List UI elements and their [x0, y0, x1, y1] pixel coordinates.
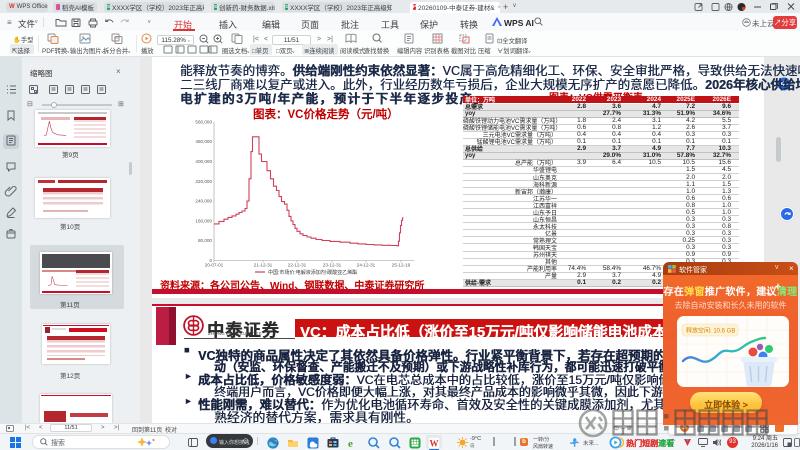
svg-text:23-12-31: 23-12-31	[323, 263, 342, 268]
svg-text:中国:市场价:电解液添加剂:碳酸亚乙烯酯: 中国:市场价:电解液添加剂:碳酸亚乙烯酯	[268, 269, 357, 276]
svg-text:160,000: 160,000	[195, 218, 212, 223]
svg-text:400,000: 400,000	[195, 159, 212, 164]
svg-text:480,000: 480,000	[195, 139, 212, 144]
svg-text:24-12-31: 24-12-31	[357, 263, 376, 268]
svg-text:80,000: 80,000	[198, 238, 212, 243]
svg-text:e: e	[348, 438, 353, 449]
svg-text:25-12-19: 25-12-19	[392, 263, 411, 268]
svg-text:560,000: 560,000	[195, 119, 212, 124]
svg-text:240,000: 240,000	[195, 199, 212, 204]
svg-text:释放空间: 10.6 GB: 释放空间: 10.6 GB	[686, 327, 735, 335]
svg-text:320,000: 320,000	[195, 179, 212, 184]
svg-text:W: W	[430, 439, 439, 449]
svg-text:22-12-31: 22-12-31	[288, 263, 307, 268]
svg-text:21-12-31: 21-12-31	[254, 263, 273, 268]
svg-text:20-07-01: 20-07-01	[205, 263, 224, 268]
